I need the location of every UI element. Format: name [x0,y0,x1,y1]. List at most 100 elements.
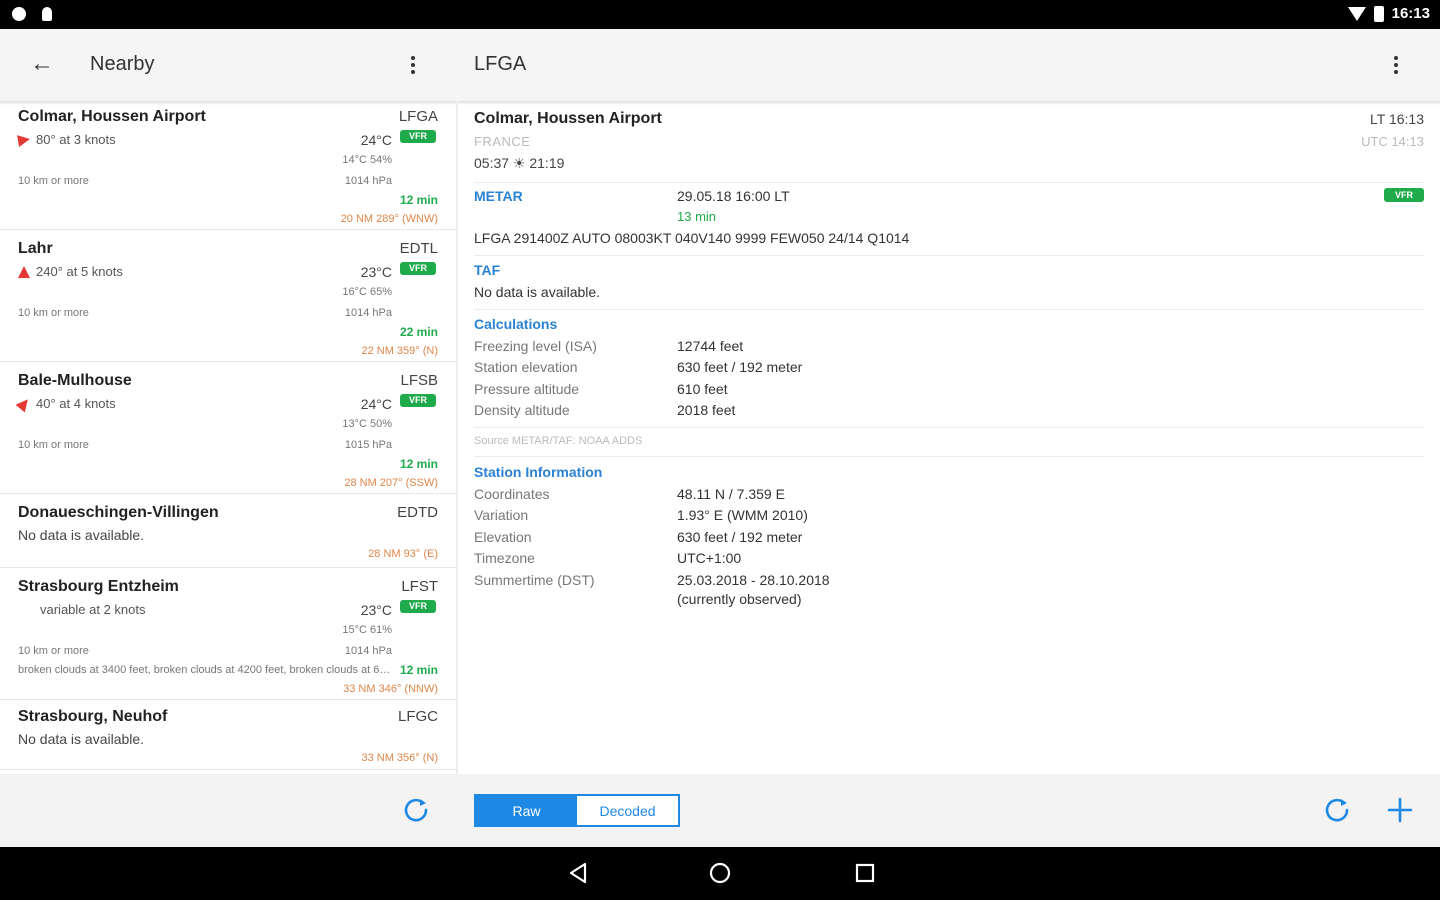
calc-label: Freezing level (ISA) [474,338,597,354]
refresh-icon[interactable] [401,795,431,825]
utc-time: UTC 14:13 [1361,134,1424,149]
list-item[interactable]: Bale-Mulhouse LFSB 40° at 4 knots 24°C V… [0,368,456,494]
distance-bearing: 28 NM 207° (SSW) [344,477,438,489]
station-name: Lahr [18,240,53,257]
list-item[interactable]: Strasbourg Entzheim LFST variable at 2 k… [0,574,456,700]
distance-bearing: 20 NM 289° (WNW) [340,213,438,225]
notification-dot-icon [12,7,26,21]
calc-value: 12744 feet [677,338,744,354]
wifi-icon [1347,6,1366,21]
nav-recent-apps-icon[interactable] [854,862,876,884]
no-data-text: No data is available. [18,731,145,747]
temperature: 24°C [360,396,392,412]
visibility: 10 km or more [18,307,89,319]
calc-value: 630 feet / 192 meter [677,359,803,375]
wind-text: 240° at 5 knots [36,264,123,279]
metar-raw: LFGA 291400Z AUTO 08003KT 040V140 9999 F… [474,230,910,246]
station-label: Elevation [474,529,532,545]
distance-bearing: 28 NM 93° (E) [368,548,438,560]
metar-datetime: 29.05.18 16:00 LT [677,188,790,204]
pressure: 1015 hPa [344,439,392,451]
station-code: LFGA [398,108,438,125]
vfr-badge: VFR [400,130,436,143]
status-bar: 16:13 [0,0,1440,29]
raw-button[interactable]: Raw [476,796,577,825]
report-age: 12 min [399,663,438,677]
decoded-button[interactable]: Decoded [577,796,678,825]
taf-heading: TAF [474,262,501,278]
page-title: Nearby [90,53,155,75]
vfr-badge: VFR [400,262,436,275]
metar-heading: METAR [474,188,523,204]
nav-back-icon[interactable] [566,861,590,885]
visibility: 10 km or more [18,645,89,657]
temperature: 23°C [360,602,392,618]
wind-text: variable at 2 knots [40,602,146,617]
station-code: EDTD [397,504,438,521]
calc-value: 2018 feet [677,402,736,418]
metar-age: 13 min [677,209,717,224]
list-item[interactable]: Donaueschingen-Villingen EDTD No data is… [0,500,456,568]
refresh-icon[interactable] [1322,795,1352,825]
dewpoint-humidity: 13°C 50% [342,418,392,430]
temperature: 23°C [360,264,392,280]
station-value: 1.93° E (WMM 2010) [677,507,808,523]
pressure: 1014 hPa [344,307,392,319]
divider [474,309,1424,310]
nearby-toolbar: ← Nearby [0,29,456,101]
distance-bearing: 33 NM 356° (N) [361,752,438,764]
list-item[interactable]: Lahr EDTL 240° at 5 knots 23°C VFR 16°C … [0,236,456,362]
list-item[interactable]: Colmar, Houssen Airport LFGA 80° at 3 kn… [0,104,456,230]
nearby-list: Colmar, Houssen Airport LFGA 80° at 3 kn… [0,104,456,774]
report-age: 12 min [399,193,438,207]
status-time: 16:13 [1391,5,1430,22]
divider [474,427,1424,428]
bottom-toolbar: Raw Decoded [0,774,1440,847]
pressure: 1014 hPa [344,175,392,187]
station-value: 48.11 N / 7.359 E [677,486,785,502]
calc-label: Density altitude [474,402,570,418]
vfr-badge: VFR [400,600,436,613]
visibility: 10 km or more [18,175,89,187]
more-options-icon[interactable] [407,53,419,77]
pane-divider [456,101,458,774]
detail-title: LFGA [474,53,527,75]
station-value: 630 feet / 192 meter [677,529,803,545]
wind-text: 80° at 3 knots [36,132,116,147]
cloud-layers: broken clouds at 3400 feet, broken cloud… [18,664,396,676]
bulb-icon [42,7,52,21]
detail-station-name: Colmar, Houssen Airport [474,110,662,127]
sunrise-sunset: 05:37 ☀ 21:19 [474,155,565,171]
divider [474,182,1424,183]
no-data-text: No data is available. [18,527,145,543]
station-label: Coordinates [474,486,550,502]
add-icon[interactable] [1386,796,1414,824]
vfr-badge: VFR [1384,188,1424,202]
battery-icon [1373,5,1384,22]
station-value-note: (currently observed) [677,591,802,607]
raw-decoded-toggle: Raw Decoded [474,794,680,827]
station-name: Bale-Mulhouse [18,372,132,389]
taf-text: No data is available. [474,284,601,300]
back-arrow-icon[interactable]: ← [30,52,58,77]
calc-label: Station elevation [474,359,578,375]
vfr-badge: VFR [400,394,436,407]
wind-arrow-icon [15,395,33,412]
more-options-icon[interactable] [1390,53,1402,77]
report-age: 12 min [399,457,438,471]
report-age: 22 min [399,325,438,339]
station-name: Strasbourg, Neuhof [18,708,168,725]
dewpoint-humidity: 16°C 65% [342,286,392,298]
nav-home-icon[interactable] [708,861,732,885]
detail-country: FRANCE [474,134,531,149]
pressure: 1014 hPa [344,645,392,657]
station-label: Variation [474,507,529,523]
dewpoint-humidity: 15°C 61% [342,624,392,636]
divider [474,255,1424,256]
station-code: LFSB [400,372,438,389]
list-item[interactable]: Strasbourg, Neuhof LFGC No data is avail… [0,706,456,770]
wind-arrow-icon [18,265,30,278]
station-label: Summertime (DST) [474,572,595,588]
wind-arrow-icon [17,132,31,147]
dewpoint-humidity: 14°C 54% [342,154,392,166]
